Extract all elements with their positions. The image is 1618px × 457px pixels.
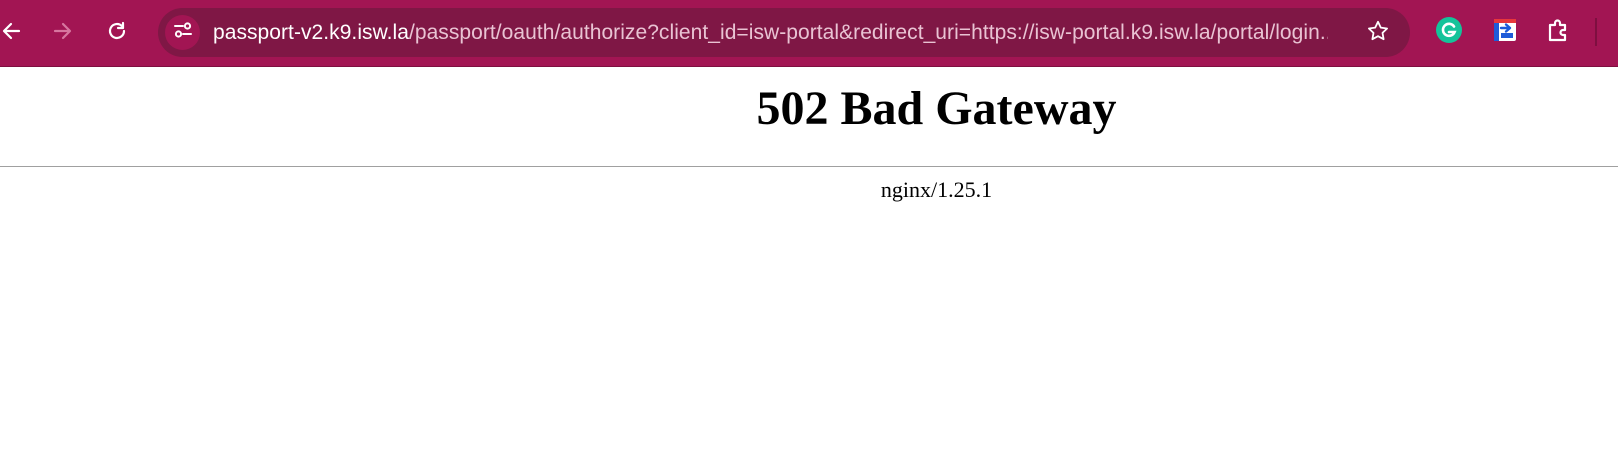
address-bar[interactable]: passport-v2.k9.isw.la/passport/oauth/aut… xyxy=(158,8,1410,57)
url-host: passport-v2.k9.isw.la xyxy=(213,21,409,44)
url-path: /passport/oauth/authorize?client_id=isw-… xyxy=(408,21,1328,44)
url-text[interactable]: passport-v2.k9.isw.la/passport/oauth/aut… xyxy=(213,8,1328,57)
extensions-puzzle-icon xyxy=(1545,16,1573,49)
horizontal-rule xyxy=(0,166,1618,167)
bookmark-button[interactable] xyxy=(1364,19,1392,47)
back-button[interactable] xyxy=(0,14,28,48)
forward-icon xyxy=(52,20,74,42)
screen-capture-extension-button[interactable] xyxy=(1490,17,1520,47)
error-heading: 502 Bad Gateway xyxy=(756,82,1117,135)
extensions-button[interactable] xyxy=(1544,17,1574,47)
reload-icon xyxy=(106,20,128,42)
bookmark-star-icon xyxy=(1366,19,1390,48)
toolbar-divider xyxy=(1595,18,1597,46)
site-info-icon xyxy=(172,19,194,46)
screen-capture-extension-icon xyxy=(1491,16,1519,49)
browser-toolbar: passport-v2.k9.isw.la/passport/oauth/aut… xyxy=(0,0,1618,67)
page-content: 502 Bad Gateway nginx/1.25.1 xyxy=(0,67,1618,457)
reload-button[interactable] xyxy=(100,14,134,48)
grammarly-extension-icon xyxy=(1435,16,1463,49)
server-signature: nginx/1.25.1 xyxy=(880,177,993,202)
grammarly-extension-button[interactable] xyxy=(1434,16,1464,49)
forward-button[interactable] xyxy=(46,14,80,48)
back-icon xyxy=(0,20,22,42)
site-info-button[interactable] xyxy=(165,15,200,50)
